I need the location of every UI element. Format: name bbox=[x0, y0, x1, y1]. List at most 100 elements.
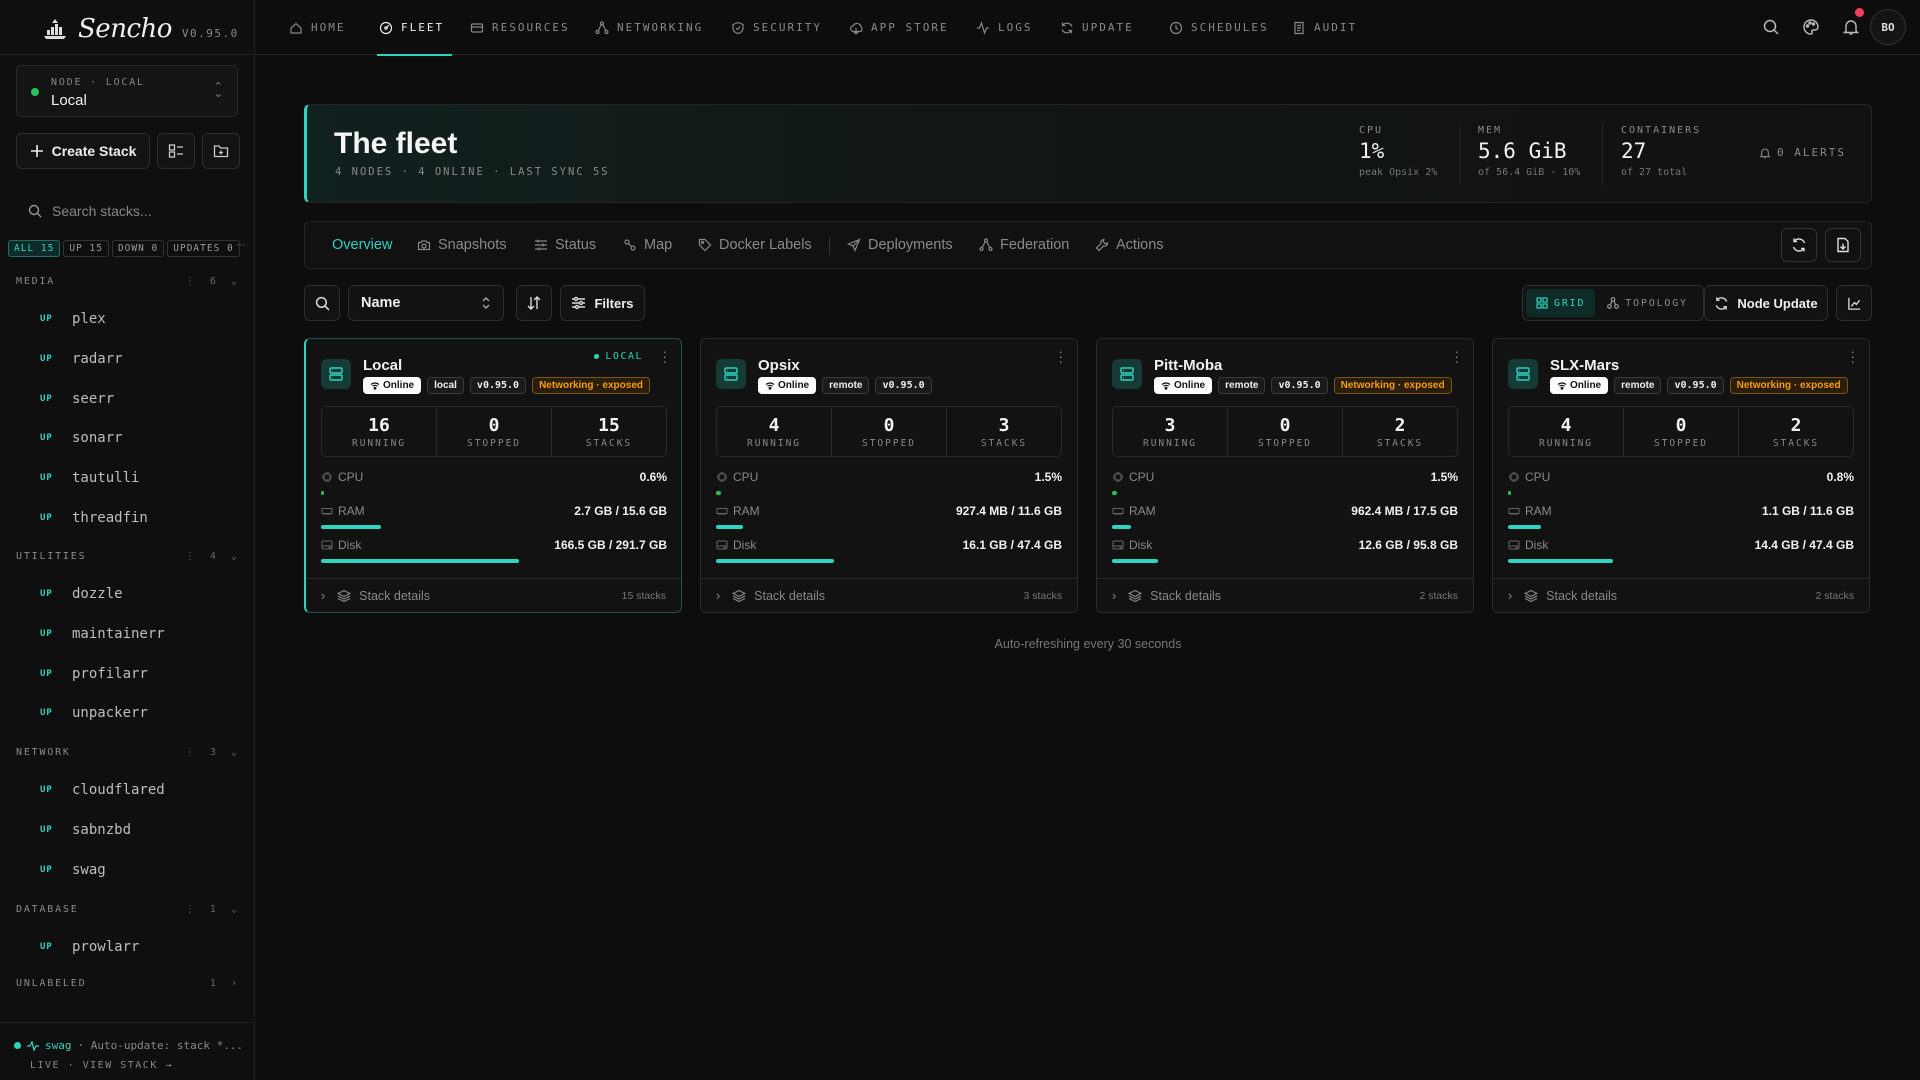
tab-map[interactable]: Map bbox=[623, 222, 672, 268]
nav-app-store[interactable]: APP STORE bbox=[849, 0, 949, 55]
node-selector[interactable]: NODE · LOCAL Local ⌃ ⌄ bbox=[16, 65, 238, 117]
bell-icon[interactable] bbox=[1842, 18, 1860, 36]
tab-overview[interactable]: Overview bbox=[332, 222, 392, 268]
nav-label: AUDIT bbox=[1314, 21, 1358, 34]
stack-item-threadfin[interactable]: UP threadfin bbox=[40, 510, 240, 526]
group-header-network[interactable]: NETWORK ⋮ 3 ⌄ bbox=[16, 747, 238, 758]
bulk-select-button[interactable] bbox=[157, 133, 195, 169]
alerts-indicator[interactable]: 0 ALERTS bbox=[1759, 146, 1846, 159]
sort-select[interactable]: Name bbox=[348, 285, 504, 321]
activity-links[interactable]: LIVE · VIEW STACK → bbox=[30, 1060, 173, 1071]
stack-details-toggle[interactable]: › Stack details 2 stacks bbox=[1493, 578, 1869, 612]
brand[interactable]: Sencho V0.95.0 bbox=[42, 14, 239, 44]
stack-item-sabnzbd[interactable]: UP sabnzbd bbox=[40, 822, 240, 838]
nav-logs[interactable]: LOGS bbox=[976, 0, 1033, 55]
nav-label: HOME bbox=[311, 21, 346, 34]
import-folder-button[interactable] bbox=[202, 133, 240, 169]
cpu-metric: CPU 0.8% bbox=[1508, 470, 1854, 495]
create-stack-button[interactable]: Create Stack bbox=[16, 133, 150, 169]
group-header-utilities[interactable]: UTILITIES ⋮ 4 ⌄ bbox=[16, 551, 238, 562]
filter-all[interactable]: ALL 15 bbox=[8, 240, 61, 257]
filters-button[interactable]: Filters bbox=[560, 285, 645, 321]
group-header-unlabeled[interactable]: UNLABELED 1 › bbox=[16, 978, 238, 989]
tab-deployments[interactable]: Deployments bbox=[847, 222, 953, 268]
kebab-menu-icon[interactable]: · · · bbox=[1454, 344, 1459, 368]
chart-button[interactable] bbox=[1836, 285, 1872, 321]
stack-name: radarr bbox=[72, 350, 123, 367]
export-button[interactable] bbox=[1825, 228, 1861, 262]
refresh-button[interactable] bbox=[1781, 228, 1817, 262]
grid-icon bbox=[1536, 297, 1548, 309]
sort-direction-button[interactable] bbox=[516, 285, 552, 321]
more-filters-icon[interactable]: ⋯ bbox=[236, 240, 246, 251]
nav-resources[interactable]: RESOURCES bbox=[470, 0, 570, 55]
search-icon[interactable] bbox=[1762, 18, 1780, 36]
stack-count: 2 stacks bbox=[1419, 589, 1458, 602]
stack-details-toggle[interactable]: › Stack details 2 stacks bbox=[1097, 578, 1473, 612]
nav-schedules[interactable]: SCHEDULES bbox=[1169, 0, 1269, 55]
nav-fleet[interactable]: FLEET bbox=[377, 0, 453, 56]
server-icon bbox=[1112, 359, 1142, 389]
stack-item-cloudflared[interactable]: UP cloudflared bbox=[40, 782, 240, 798]
group-header-media[interactable]: MEDIA ⋮ 6 ⌄ bbox=[16, 276, 238, 287]
stack-item-prowlarr[interactable]: UP prowlarr bbox=[40, 939, 240, 955]
filter-up[interactable]: UP 15 bbox=[63, 240, 109, 257]
kebab-menu-icon[interactable]: · · · bbox=[662, 344, 667, 368]
grid-view-button[interactable]: GRID bbox=[1526, 289, 1596, 317]
stack-item-plex[interactable]: UP plex bbox=[40, 311, 240, 327]
tab-docker-labels[interactable]: Docker Labels bbox=[698, 222, 812, 268]
stack-item-tautulli[interactable]: UP tautulli bbox=[40, 470, 240, 486]
nav-home[interactable]: HOME bbox=[289, 0, 346, 55]
filter-down[interactable]: DOWN 0 bbox=[111, 240, 165, 257]
tab-status[interactable]: Status bbox=[534, 222, 596, 268]
disk-metric: Disk 14.4 GB / 47.4 GB bbox=[1508, 538, 1854, 563]
stack-details-toggle[interactable]: › Stack details 3 stacks bbox=[701, 578, 1077, 612]
nav-update[interactable]: UPDATE bbox=[1060, 0, 1134, 55]
tab-federation[interactable]: Federation bbox=[979, 222, 1069, 268]
node-card-local[interactable]: Local Online local v0.95.0 Networking · expo… bbox=[304, 338, 682, 613]
stack-details-toggle[interactable]: › Stack details 15 stacks bbox=[306, 578, 681, 612]
nav-security[interactable]: SECURITY bbox=[731, 0, 822, 55]
group-header-database[interactable]: DATABASE ⋮ 1 ⌄ bbox=[16, 904, 238, 915]
palette-icon[interactable] bbox=[1802, 18, 1820, 36]
containers-stat-value: 27 bbox=[1621, 139, 1647, 163]
stack-item-maintainerr[interactable]: UP maintainerr bbox=[40, 626, 240, 642]
file-export-icon bbox=[1835, 237, 1851, 253]
tab-actions[interactable]: Actions bbox=[1095, 222, 1164, 268]
stack-item-sonarr[interactable]: UP sonarr bbox=[40, 430, 240, 446]
group-count: ⋮ 4 ⌄ bbox=[184, 551, 238, 562]
cpu-bar bbox=[321, 491, 667, 495]
stack-item-profilarr[interactable]: UP profilarr bbox=[40, 666, 240, 682]
cpu-bar-fill bbox=[716, 491, 722, 495]
stack-item-radarr[interactable]: UP radarr bbox=[40, 351, 240, 367]
activity-line[interactable]: swag · Auto-update: stack *... bbox=[14, 1039, 243, 1052]
node-update-button[interactable]: Node Update bbox=[1704, 285, 1828, 321]
nav-networking[interactable]: NETWORKING bbox=[595, 0, 703, 55]
kebab-menu-icon[interactable]: · · · bbox=[1850, 344, 1855, 368]
stack-item-swag[interactable]: UP swag bbox=[40, 862, 240, 878]
status-up: UP bbox=[40, 513, 53, 523]
refresh-cw-icon bbox=[1714, 296, 1729, 311]
disk-label: Disk bbox=[1129, 538, 1153, 552]
node-card-slx-mars[interactable]: SLX-Mars Online remote v0.95.0 Networking · … bbox=[1492, 338, 1870, 613]
tab-snapshots[interactable]: Snapshots bbox=[417, 222, 507, 268]
stack-item-unpackerr[interactable]: UP unpackerr bbox=[40, 705, 240, 721]
mem-stat-sub: of 56.4 GiB · 10% bbox=[1478, 167, 1581, 178]
tab-label: Actions bbox=[1116, 237, 1164, 253]
nav-audit[interactable]: AUDIT bbox=[1292, 0, 1357, 55]
user-avatar[interactable]: BO bbox=[1870, 9, 1906, 45]
node-card-pitt-moba[interactable]: Pitt-Moba Online remote v0.95.0 Networking ·… bbox=[1096, 338, 1474, 613]
filter-updates[interactable]: UPDATES 0 bbox=[167, 240, 240, 257]
stack-search-input[interactable]: Search stacks... bbox=[16, 196, 238, 226]
stack-item-dozzle[interactable]: UP dozzle bbox=[40, 586, 240, 602]
search-nodes-button[interactable] bbox=[304, 285, 340, 321]
disk-value: 14.4 GB / 47.4 GB bbox=[1754, 538, 1854, 552]
kebab-menu-icon[interactable]: · · · bbox=[1058, 344, 1063, 368]
stack-item-seerr[interactable]: UP seerr bbox=[40, 391, 240, 407]
sidebar: Sencho V0.95.0 NODE · LOCAL Local ⌃ ⌄ Cre… bbox=[0, 0, 255, 1080]
cpu-icon bbox=[717, 472, 727, 482]
node-card-opsix[interactable]: Opsix Online remote v0.95.0 · · · 4 RUNNING 0 STOP… bbox=[700, 338, 1078, 613]
topology-view-button[interactable]: TOPOLOGY bbox=[1597, 289, 1698, 317]
tab-label: Map bbox=[644, 237, 673, 253]
server-icon bbox=[1508, 359, 1538, 389]
